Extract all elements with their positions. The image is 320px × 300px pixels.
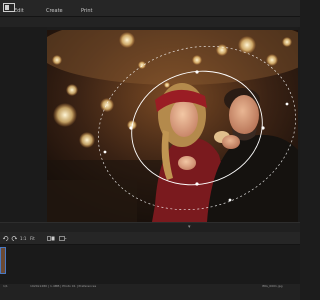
rotate-right-icon[interactable] bbox=[11, 236, 17, 241]
status-count: 1/1 bbox=[3, 284, 8, 288]
menu-edit[interactable]: Edit bbox=[14, 8, 24, 14]
fit-button[interactable]: Fit bbox=[30, 236, 35, 241]
right-panel bbox=[298, 27, 300, 222]
tool-strip bbox=[0, 17, 300, 27]
photo-canvas[interactable] bbox=[47, 30, 298, 222]
menu-bar bbox=[0, 0, 300, 17]
rotate-left-icon[interactable] bbox=[3, 236, 9, 241]
status-info: 1920x1280 | 1.4MB | Photo 01 | Preferenc… bbox=[30, 284, 97, 288]
filmstrip bbox=[0, 245, 300, 285]
export-icon[interactable] bbox=[3, 19, 11, 34]
filmstrip-thumbnail[interactable] bbox=[0, 247, 6, 274]
view-menu-icon[interactable] bbox=[59, 236, 67, 241]
timeline-toolbar bbox=[0, 232, 300, 245]
zoom-label[interactable]: 1:1 bbox=[20, 236, 26, 241]
left-panel bbox=[0, 27, 47, 222]
menu-print[interactable]: Print bbox=[81, 8, 93, 14]
compare-icon[interactable] bbox=[47, 236, 55, 241]
collapse-handle-icon[interactable]: ▾ bbox=[188, 225, 191, 230]
status-filename: IMG_0001.jpg bbox=[262, 284, 283, 288]
menu-create[interactable]: Create bbox=[46, 8, 63, 14]
